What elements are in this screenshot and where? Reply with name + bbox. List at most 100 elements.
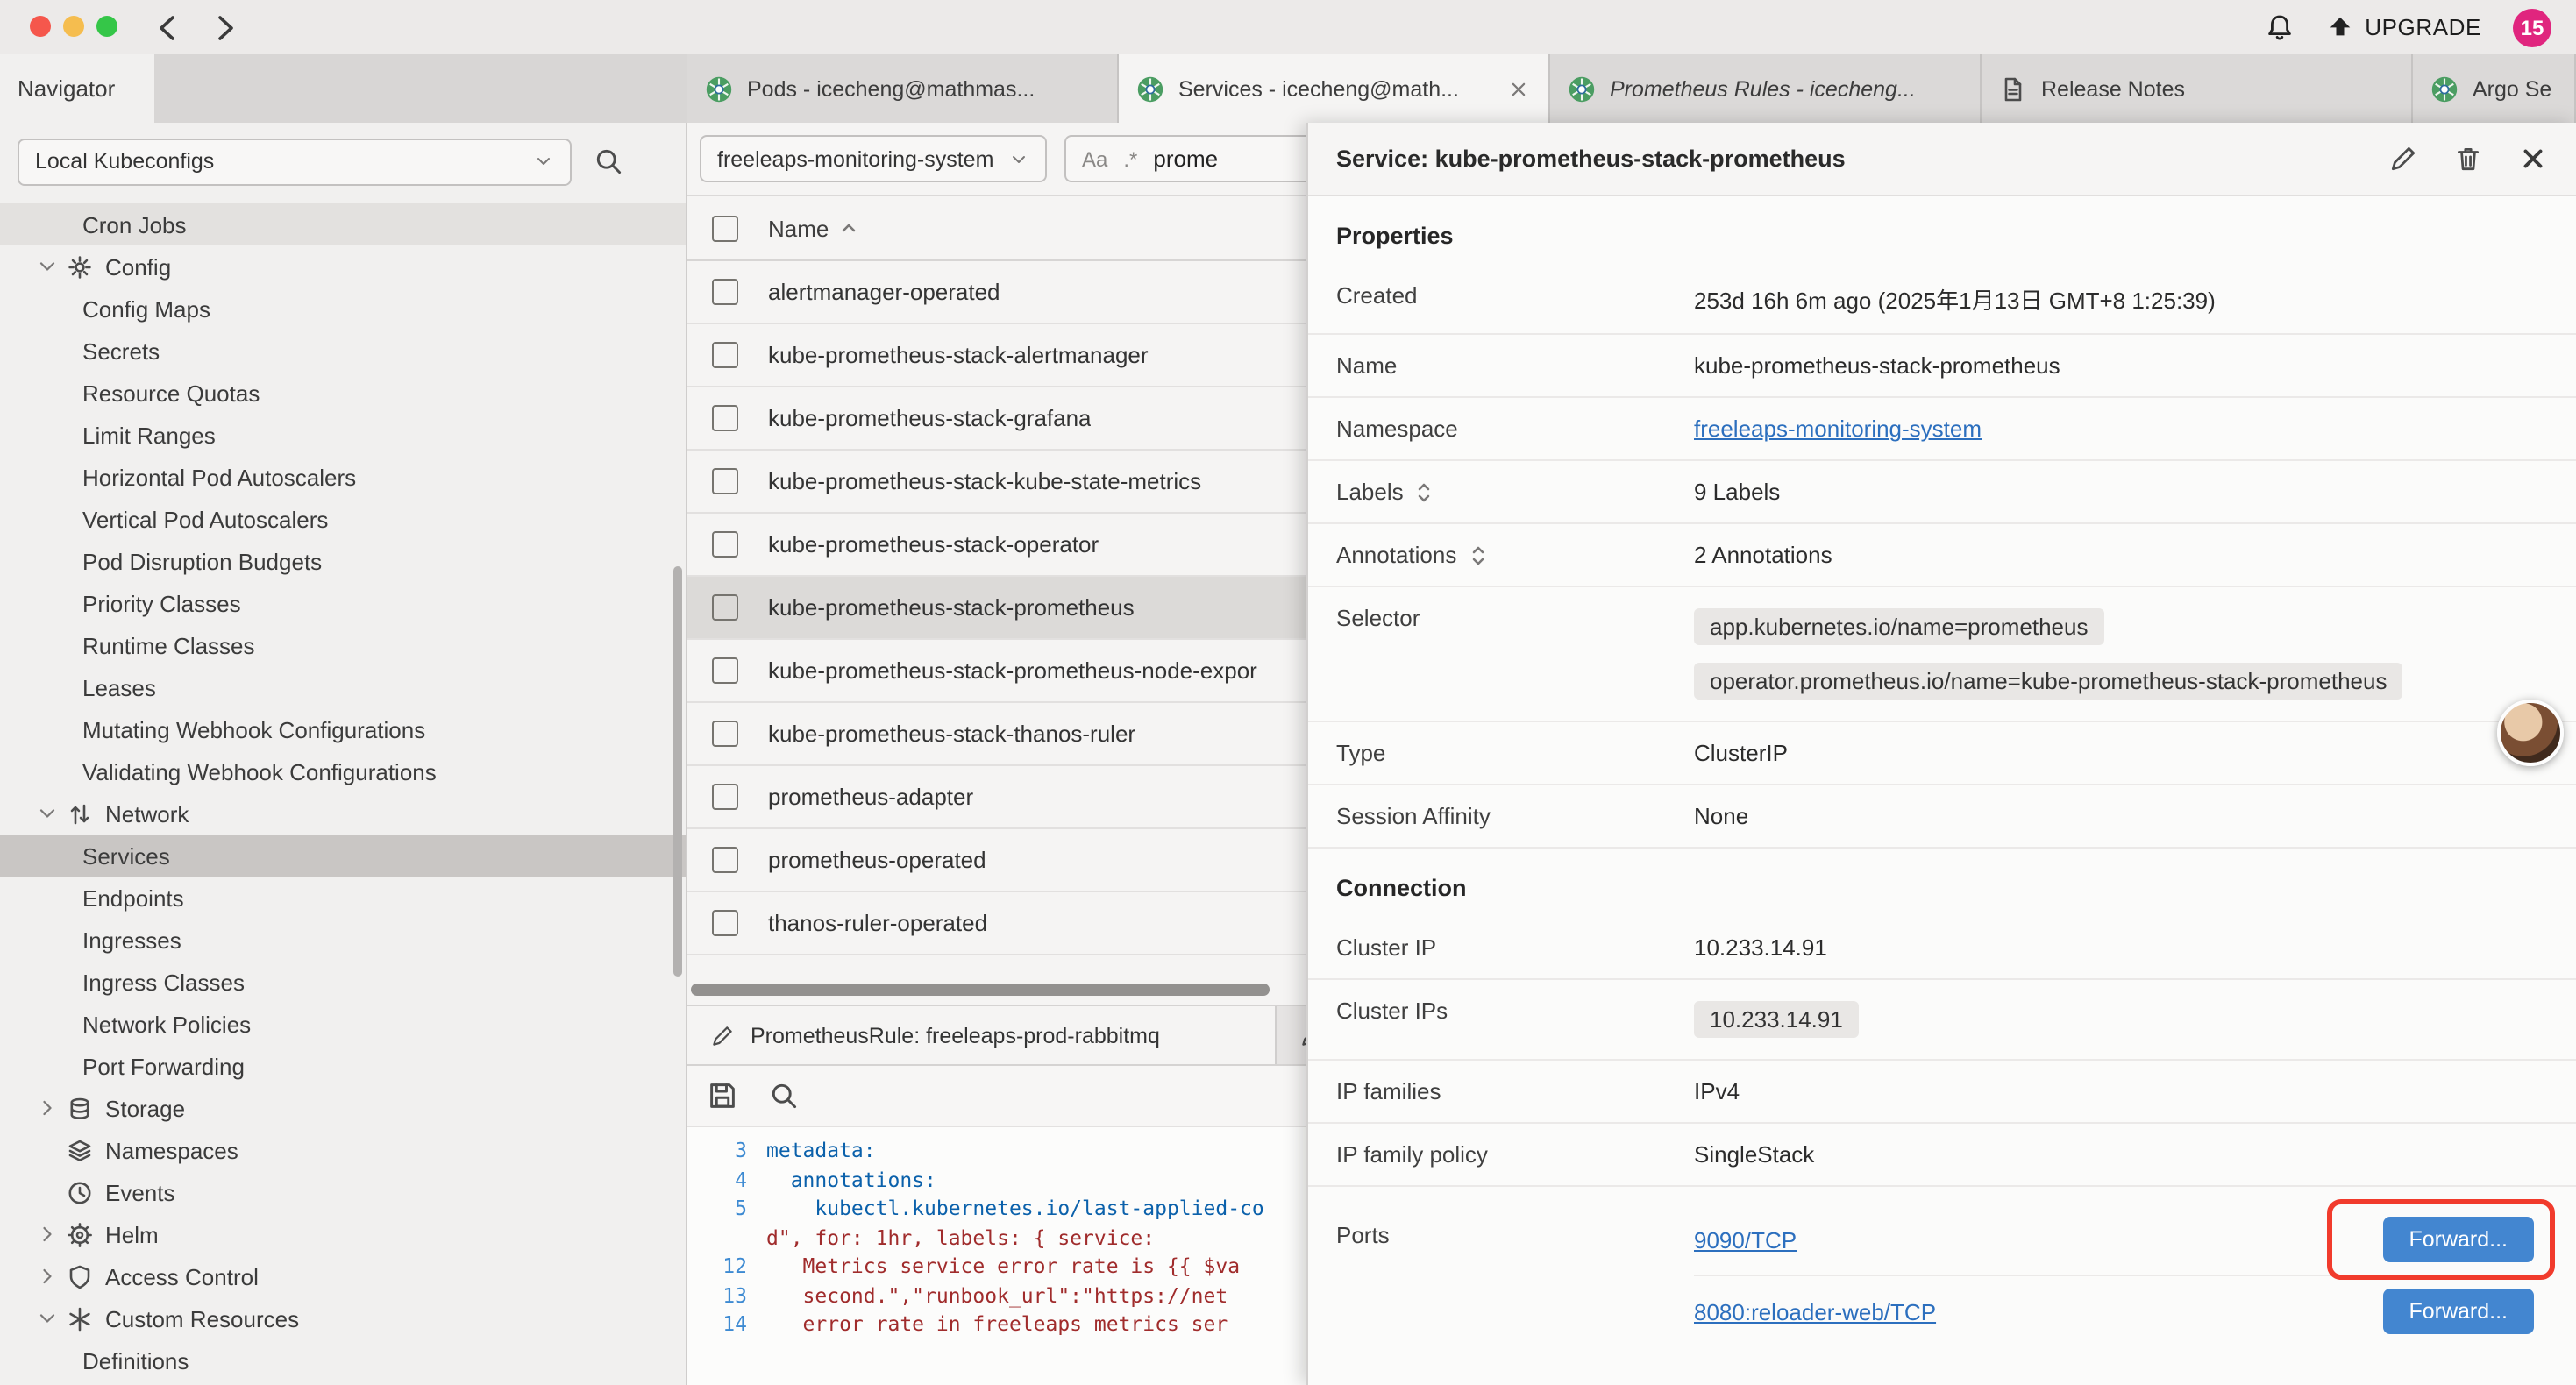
sidebar-item-limit-ranges[interactable]: Limit Ranges [0,414,686,456]
row-checkbox[interactable] [712,784,738,810]
row-checkbox[interactable] [712,721,738,747]
case-sensitive-toggle[interactable]: Aa [1082,146,1107,171]
tab-close-icon[interactable] [1506,76,1531,101]
sidebar-item-label: Runtime Classes [82,632,255,658]
sidebar-item-events[interactable]: Events [0,1171,686,1213]
sidebar-item-priority-classes[interactable]: Priority Classes [0,582,686,624]
sidebar-item-services[interactable]: Services [0,835,686,877]
expander-icon[interactable] [1467,543,1488,567]
upgrade-button[interactable]: UPGRADE [2326,14,2481,40]
sidebar-scrollbar[interactable] [673,566,682,977]
sidebar-item-mutating-webhook-configurations[interactable]: Mutating Webhook Configurations [0,708,686,750]
sidebar-item-runtime-classes[interactable]: Runtime Classes [0,624,686,666]
sidebar-search-icon[interactable] [593,146,624,177]
select-all-checkbox[interactable] [712,215,738,241]
user-avatar[interactable] [2497,700,2564,766]
sidebar-item-label: Config Maps [82,295,210,322]
network-arrows-icon [67,800,93,827]
sidebar-item-network[interactable]: Network [0,792,686,835]
sidebar-item-definitions[interactable]: Definitions [0,1339,686,1381]
row-value: kube-prometheus-stack-prometheus [1694,352,2548,379]
row-value: IPv4 [1694,1078,2548,1104]
chevron-down-icon [35,254,60,279]
sidebar-item-pod-disruption-budgets[interactable]: Pod Disruption Budgets [0,540,686,582]
sidebar-item-access-control[interactable]: Access Control [0,1255,686,1297]
sidebar-item-validating-webhook-configurations[interactable]: Validating Webhook Configurations [0,750,686,792]
namespace-link[interactable]: freeleaps-monitoring-system [1694,416,1982,442]
expander-icon[interactable] [1414,479,1435,504]
namespace-filter-select[interactable]: freeleaps-monitoring-system [700,135,1047,182]
forward-button[interactable]: Forward... [2382,1289,2534,1334]
service-name: kube-prometheus-stack-operator [768,531,1099,558]
row-checkbox[interactable] [712,910,738,936]
sidebar-item-helm[interactable]: Helm [0,1213,686,1255]
sidebar-item-config[interactable]: Config [0,245,686,288]
app-window: UPGRADE 15 Navigator Pods - icecheng@mat… [0,0,2576,1385]
navigator-header[interactable]: Navigator [0,54,154,123]
section-heading-properties: Properties [1308,196,2576,265]
maximize-window-button[interactable] [96,16,117,37]
service-name: kube-prometheus-stack-alertmanager [768,342,1149,368]
line-code: d", for: 1hr, labels: { service: [766,1223,1155,1252]
tab-pods[interactable]: Pods - icecheng@mathmas... [687,54,1119,123]
edit-pencil-icon[interactable] [2388,144,2418,174]
chevron-down-icon [533,151,554,172]
line-number: 14 [687,1310,766,1339]
back-arrow-icon[interactable] [151,11,186,46]
tab-argo[interactable]: Argo Se [2413,54,2576,123]
row-checkbox[interactable] [712,594,738,621]
tab-prometheus-rules[interactable]: Prometheus Rules - icecheng... [1550,54,1982,123]
sidebar-item-cron-jobs[interactable]: Cron Jobs [0,203,686,245]
sidebar-item-label: Definitions [82,1347,189,1374]
sidebar-item-port-forwarding[interactable]: Port Forwarding [0,1045,686,1087]
row-checkbox[interactable] [712,405,738,431]
editor-search-icon[interactable] [768,1080,800,1112]
sidebar-item-namespaces[interactable]: Namespaces [0,1129,686,1171]
port-link[interactable]: 9090/TCP [1694,1226,1797,1253]
close-window-button[interactable] [30,16,51,37]
sidebar-item-ingress-classes[interactable]: Ingress Classes [0,961,686,1003]
sidebar-item-network-policies[interactable]: Network Policies [0,1003,686,1045]
sidebar-item-label: Vertical Pod Autoscalers [82,506,328,532]
column-header-name[interactable]: Name [768,215,858,241]
sidebar-item-custom-resources[interactable]: Custom Resources [0,1297,686,1339]
delete-trash-icon[interactable] [2453,144,2483,174]
close-icon[interactable] [2518,144,2548,174]
sidebar-item-leases[interactable]: Leases [0,666,686,708]
notification-count-badge[interactable]: 15 [2513,8,2551,46]
navigator-sidebar: Local Kubeconfigs Cron Jobs Config Confi… [0,123,687,1385]
sidebar-item-ingresses[interactable]: Ingresses [0,919,686,961]
line-code: Metrics service error rate is {{ $va [766,1252,1240,1281]
row-checkbox[interactable] [712,468,738,494]
tab-release-notes[interactable]: Release Notes [1982,54,2413,123]
forward-button[interactable]: Forward... [2382,1217,2534,1262]
sidebar-item-vertical-pod-autoscalers[interactable]: Vertical Pod Autoscalers [0,498,686,540]
forward-arrow-icon[interactable] [207,11,242,46]
row-checkbox[interactable] [712,342,738,368]
kubeconfig-selector[interactable]: Local Kubeconfigs [18,138,572,185]
save-icon[interactable] [707,1080,738,1112]
row-checkbox[interactable] [712,279,738,305]
sidebar-item-config-maps[interactable]: Config Maps [0,288,686,330]
detail-row-session-affinity: Session Affinity None [1308,785,2576,849]
notifications-bell-icon[interactable] [2263,11,2295,43]
scrollbar-thumb[interactable] [691,984,1270,996]
port-entry-9090: 9090/TCP Forward... [1694,1204,2548,1276]
sidebar-item-storage[interactable]: Storage [0,1087,686,1129]
dock-tab-prometheusrule[interactable]: PrometheusRule: freeleaps-prod-rabbitmq [687,1006,1277,1064]
row-checkbox[interactable] [712,531,738,558]
service-name: kube-prometheus-stack-prometheus-node-ex… [768,657,1257,684]
sidebar-item-label: Custom Resources [105,1305,299,1332]
tab-services[interactable]: Services - icecheng@math... [1119,54,1550,123]
row-label: Cluster IP [1336,934,1436,961]
minimize-window-button[interactable] [63,16,84,37]
dock-tab-label: PrometheusRule: freeleaps-prod-rabbitmq [751,1023,1160,1048]
sidebar-item-horizontal-pod-autoscalers[interactable]: Horizontal Pod Autoscalers [0,456,686,498]
sidebar-item-secrets[interactable]: Secrets [0,330,686,372]
sidebar-item-endpoints[interactable]: Endpoints [0,877,686,919]
regex-toggle[interactable]: .* [1123,146,1137,171]
row-checkbox[interactable] [712,847,738,873]
row-checkbox[interactable] [712,657,738,684]
sidebar-item-resource-quotas[interactable]: Resource Quotas [0,372,686,414]
port-link[interactable]: 8080:reloader-web/TCP [1694,1298,1936,1325]
